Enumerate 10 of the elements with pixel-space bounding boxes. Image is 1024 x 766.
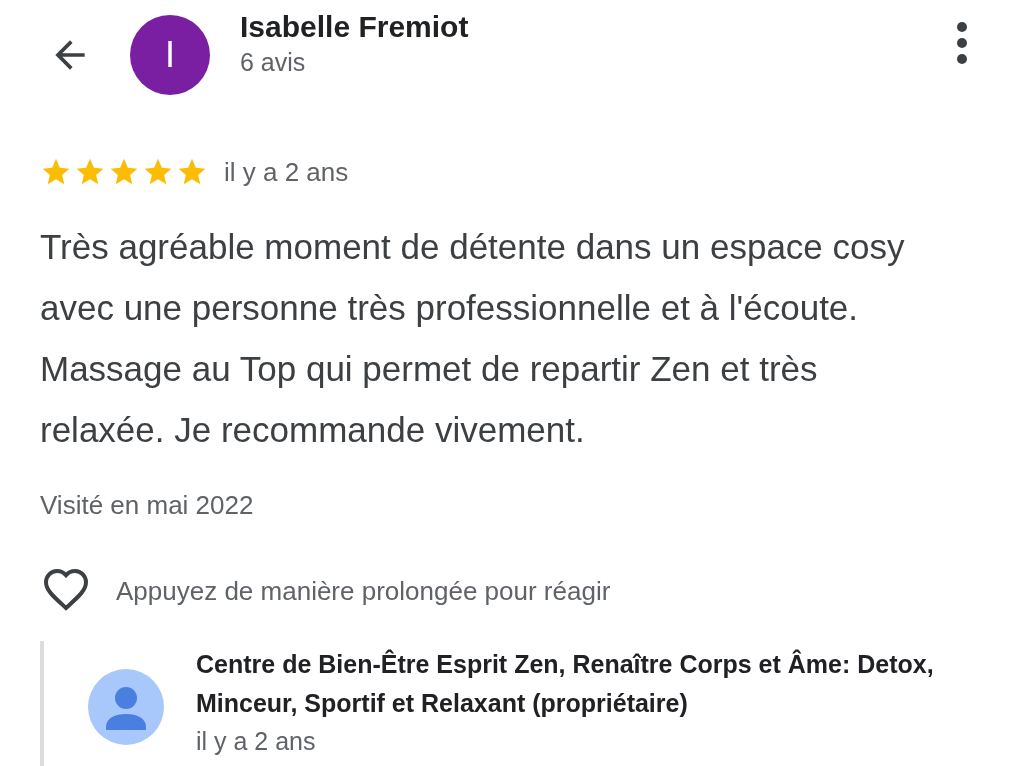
reviewer-name: Isabelle Fremiot [240,9,470,44]
visit-date: Visité en mai 2022 [40,490,255,521]
reaction-hint: Appuyez de manière prolongée pour réagir [116,575,611,607]
review-time: il y a 2 ans [224,156,349,188]
owner-name: Centre de Bien-Être Esprit Zen, Renaître Corps et Âme: Detox, Minceur, Sportif et Relaxant (propriétaire) [196,648,935,719]
review-text: Très agréable moment de détente dans un espace cosy avec une personne très professionnelle et à l'écoute. Massage au Top qui permet de repartir Zen et très relaxée. Je recommande vivement. [40,226,906,451]
review-count: 6 avis [240,47,307,77]
owner-avatar-icon [88,669,164,745]
reply-time: il y a 2 ans [196,726,317,757]
avatar: I [130,15,210,95]
